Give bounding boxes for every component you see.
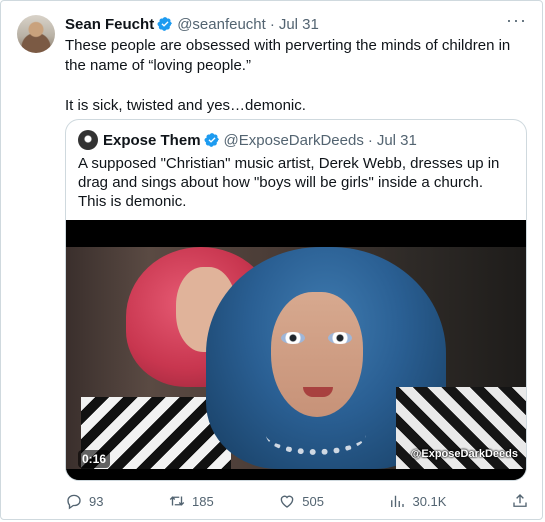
quoted-avatar[interactable]	[78, 130, 98, 150]
views-count: 30.1K	[412, 493, 447, 509]
necklace	[266, 415, 366, 455]
quoted-tweet[interactable]: Expose Them @ExposeDarkDeeds · Jul 31 A …	[65, 119, 527, 481]
tweet-header: Sean Feucht @seanfeucht · Jul 31	[65, 13, 319, 35]
tweet-text: These people are obsessed with pervertin…	[65, 37, 511, 114]
verified-badge-icon	[204, 133, 219, 147]
separator-dot: ·	[269, 15, 275, 33]
quoted-text: A supposed "Christian" music artist, Der…	[78, 155, 500, 210]
like-button[interactable]: 505	[278, 492, 324, 510]
quoted-header: Expose Them @ExposeDarkDeeds · Jul 31	[78, 130, 417, 150]
action-bar: 93 185 505 30.1K	[65, 491, 529, 511]
views-chart-icon	[391, 495, 405, 507]
video-watermark: @ExposeDarkDeeds	[410, 448, 518, 460]
reply-icon	[67, 494, 81, 510]
more-options-icon[interactable]: ···	[506, 11, 527, 29]
tweet-date[interactable]: Jul 31	[279, 16, 319, 33]
reply-count: 93	[89, 493, 104, 509]
blue-figure-face	[271, 292, 363, 417]
author-handle[interactable]: @seanfeucht	[177, 16, 266, 33]
quoted-author-handle[interactable]: @ExposeDarkDeeds	[224, 132, 364, 149]
retweet-button[interactable]: 185	[168, 492, 214, 510]
video-duration: 0:16	[78, 450, 111, 468]
author-name[interactable]: Sean Feucht	[65, 16, 154, 33]
right-eye	[328, 332, 352, 344]
video-frame[interactable]	[66, 247, 526, 469]
retweet-icon	[169, 496, 185, 506]
quoted-date[interactable]: Jul 31	[377, 132, 417, 149]
verified-badge-icon	[157, 17, 173, 31]
share-icon	[513, 494, 527, 507]
share-button[interactable]	[511, 492, 529, 510]
video-letterbox-bottom	[66, 469, 526, 480]
retweet-count: 185	[192, 493, 214, 509]
video-player[interactable]: 0:16 @ExposeDarkDeeds	[66, 220, 526, 480]
like-count: 505	[302, 493, 324, 509]
quoted-author-name[interactable]: Expose Them	[103, 132, 201, 149]
video-letterbox-top	[66, 220, 526, 247]
heart-icon	[280, 495, 294, 508]
avatar[interactable]	[17, 15, 55, 53]
reply-button[interactable]: 93	[65, 492, 103, 510]
separator-dot: ·	[367, 131, 373, 149]
left-eye	[281, 332, 305, 344]
views-button[interactable]: 30.1K	[388, 492, 446, 510]
